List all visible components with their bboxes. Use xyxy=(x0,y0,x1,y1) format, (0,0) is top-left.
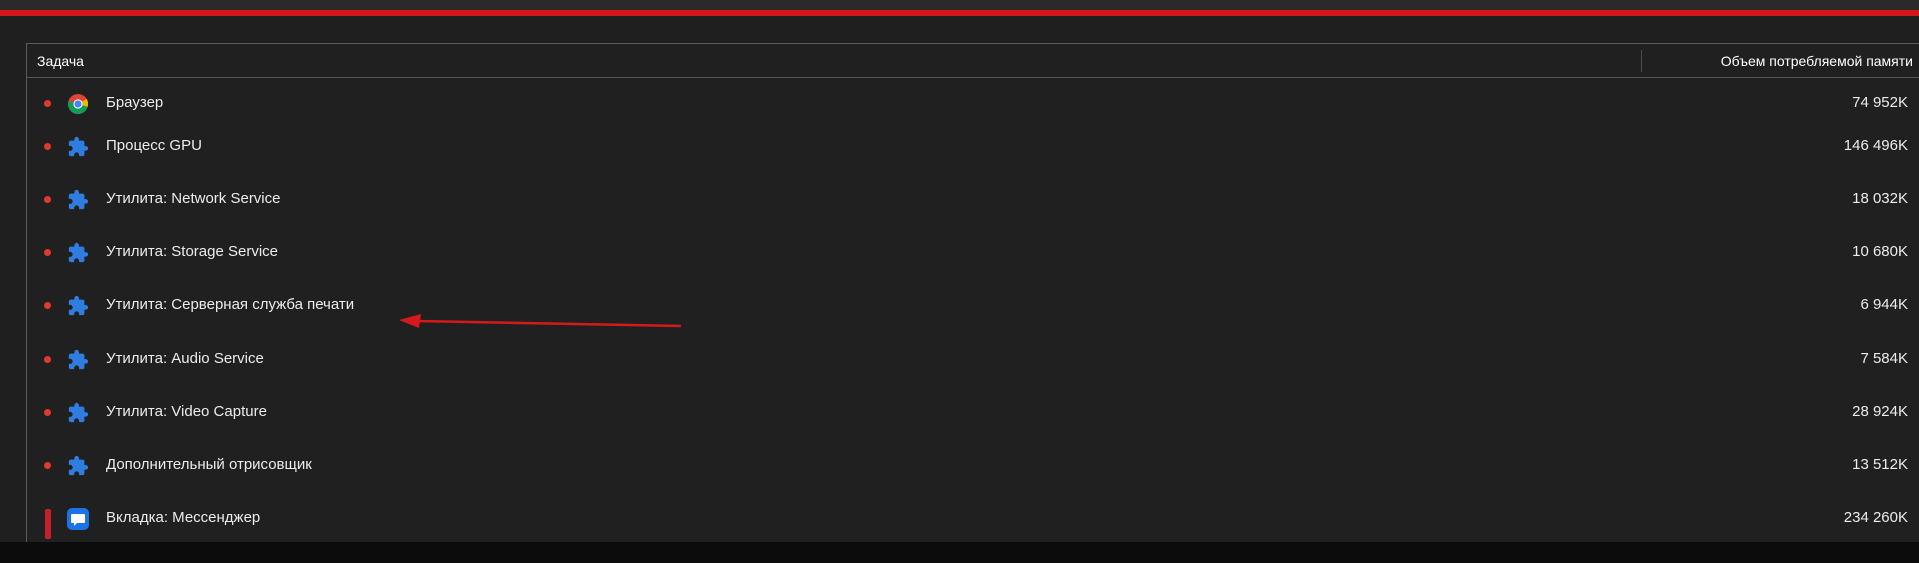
annotation-arrow xyxy=(399,314,682,328)
status-dot xyxy=(44,409,51,416)
extension-puzzle-icon xyxy=(67,189,89,211)
table-row[interactable]: Утилита: Video Capture 28 924K xyxy=(27,393,1919,433)
column-divider[interactable] xyxy=(1641,50,1642,72)
table-row[interactable]: Утилита: Storage Service 10 680K xyxy=(27,233,1919,273)
task-memory: 74 952K xyxy=(1852,94,1908,111)
status-marker xyxy=(45,509,51,539)
accent-red-line xyxy=(0,10,1919,16)
bottom-bar xyxy=(0,542,1919,563)
task-name: Дополнительный отрисовщик xyxy=(106,456,312,473)
task-name: Утилита: Storage Service xyxy=(106,243,279,260)
task-name: Утилита: Network Service xyxy=(106,190,281,207)
extension-puzzle-icon xyxy=(67,136,89,158)
table-row[interactable]: Вкладка: Мессенджер 234 260K xyxy=(27,499,1919,539)
extension-puzzle-icon xyxy=(67,242,89,264)
task-memory: 234 260K xyxy=(1843,509,1908,526)
chrome-icon xyxy=(67,93,89,115)
extension-puzzle-icon xyxy=(67,349,89,371)
task-table: Задача Объем потребляемой памяти Браузер… xyxy=(26,43,1919,563)
table-row[interactable]: Процесс GPU 146 496K xyxy=(27,127,1919,167)
task-memory: 13 512K xyxy=(1852,456,1908,473)
table-row[interactable]: Утилита: Audio Service 7 584K xyxy=(27,340,1919,380)
column-header-task[interactable]: Задача xyxy=(37,53,84,69)
status-dot xyxy=(44,356,51,363)
extension-puzzle-icon xyxy=(67,455,89,477)
task-name: Утилита: Серверная служба печати xyxy=(106,296,355,313)
task-memory: 146 496K xyxy=(1843,137,1908,154)
table-row[interactable]: Утилита: Серверная служба печати 6 944K xyxy=(27,286,1919,326)
table-row[interactable]: Дополнительный отрисовщик 13 512K xyxy=(27,446,1919,486)
task-name: Утилита: Video Capture xyxy=(106,403,267,420)
column-header-memory[interactable]: Объем потребляемой памяти xyxy=(1721,53,1913,69)
task-memory: 6 944K xyxy=(1860,296,1908,313)
status-dot xyxy=(44,302,51,309)
status-dot xyxy=(44,249,51,256)
messenger-chat-icon xyxy=(67,508,89,530)
task-name: Браузер xyxy=(106,94,164,111)
task-memory: 28 924K xyxy=(1852,403,1908,420)
status-dot xyxy=(44,143,51,150)
status-dot xyxy=(44,100,51,107)
task-memory: 7 584K xyxy=(1860,350,1908,367)
table-header: Задача Объем потребляемой памяти xyxy=(27,44,1919,78)
task-name: Вкладка: Мессенджер xyxy=(106,509,261,526)
task-name: Процесс GPU xyxy=(106,137,202,154)
task-memory: 18 032K xyxy=(1852,190,1908,207)
extension-puzzle-icon xyxy=(67,402,89,424)
status-dot xyxy=(44,196,51,203)
table-row[interactable]: Утилита: Network Service 18 032K xyxy=(27,180,1919,220)
task-manager-window: Задача Объем потребляемой памяти Браузер… xyxy=(0,0,1919,563)
extension-puzzle-icon xyxy=(67,295,89,317)
status-dot xyxy=(44,462,51,469)
task-name: Утилита: Audio Service xyxy=(106,350,264,367)
task-memory: 10 680K xyxy=(1852,243,1908,260)
table-row[interactable]: Браузер 74 952K xyxy=(27,84,1919,124)
